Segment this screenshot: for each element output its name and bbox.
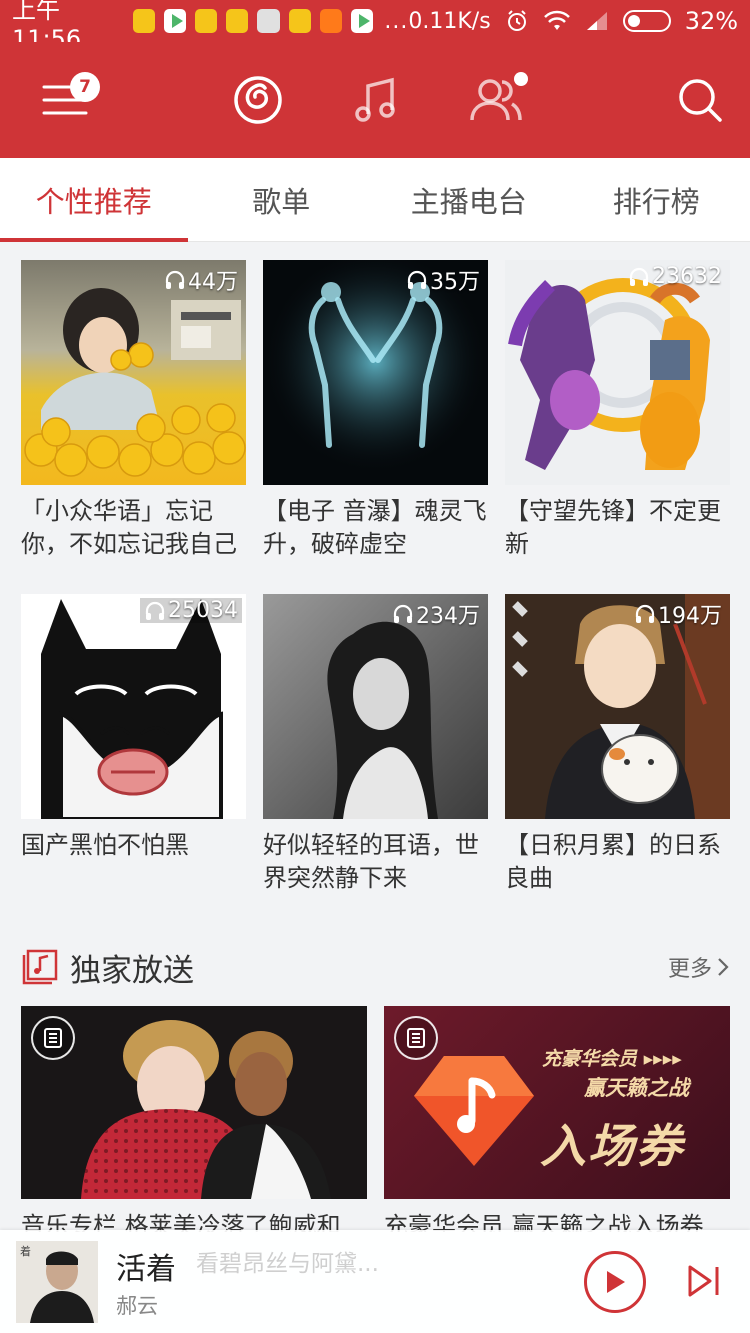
playlist-card[interactable]: 35万 【电子 音瀑】魂灵飞升，破碎虚空 xyxy=(263,260,488,561)
tab-radio[interactable]: 主播电台 xyxy=(375,158,563,241)
section-title: 独家放送 xyxy=(70,952,194,989)
exclusive-card[interactable]: 充豪华会员 ▸▸▸▸ 赢天籁之战 入场券 xyxy=(384,1006,730,1199)
playlist-cover: 25034 xyxy=(21,594,246,819)
playlist-title[interactable]: 好似轻轻的耳语，世界突然静下来 xyxy=(263,829,488,895)
search-button[interactable] xyxy=(664,42,736,158)
discover-tab-button[interactable] xyxy=(222,42,294,158)
headphones-icon xyxy=(407,270,427,289)
exclusive-caption[interactable]: 充豪华会员 赢天籁之战入场券 xyxy=(384,1206,730,1232)
play-store-notification-icon-2 xyxy=(351,9,374,33)
more-label: 更多 xyxy=(667,957,712,982)
play-count-value: 35万 xyxy=(430,270,480,295)
playlist-card[interactable]: 44万 「小众华语」忘记你，不如忘记我自己 xyxy=(21,260,246,561)
playlist-cover: 194万 xyxy=(505,594,730,819)
alarm-icon xyxy=(507,10,526,31)
cover-art xyxy=(508,278,710,470)
article-icon xyxy=(407,1028,425,1048)
play-count-value: 234万 xyxy=(416,604,480,629)
playlist-title[interactable]: 「小众华语」忘记你，不如忘记我自己 xyxy=(21,495,246,561)
music-box-icon xyxy=(22,949,58,985)
app-bar: 7 xyxy=(0,42,750,158)
next-button[interactable] xyxy=(686,1263,722,1303)
sub-tabs: 个性推荐 歌单 主播电台 排行榜 xyxy=(0,158,750,242)
article-icon xyxy=(44,1028,62,1048)
playlist-card[interactable]: 25034 国产黑怕不怕黑 xyxy=(21,594,246,895)
headphones-icon xyxy=(635,604,655,623)
more-notifications-indicator: ... xyxy=(384,8,409,34)
more-link[interactable]: 更多 xyxy=(668,951,730,983)
search-icon xyxy=(679,79,722,122)
weibo-notification-icon-4 xyxy=(288,9,311,33)
chevron-right-icon xyxy=(718,958,729,976)
headphones-icon xyxy=(629,267,649,286)
album-art-image: 着 xyxy=(16,1241,98,1323)
play-count: 35万 xyxy=(406,264,480,296)
svg-text:着: 着 xyxy=(20,1244,31,1258)
wifi-icon xyxy=(543,10,570,30)
jd-notification-icon xyxy=(257,9,280,33)
friends-tab-button[interactable] xyxy=(460,42,532,158)
playlist-cover: 234万 xyxy=(263,594,488,819)
play-button[interactable] xyxy=(584,1251,646,1313)
tab-recommend[interactable]: 个性推荐 xyxy=(0,158,188,242)
playlist-card[interactable]: 23632 【守望先锋】不定更新 xyxy=(505,260,730,561)
tab-playlists[interactable]: 歌单 xyxy=(188,158,376,241)
cover-art xyxy=(41,599,223,819)
tab-charts[interactable]: 排行榜 xyxy=(563,158,750,241)
play-store-notification-icon xyxy=(163,9,186,33)
playlist-title[interactable]: 【日积月累】的日系良曲 xyxy=(505,829,730,895)
playlist-cover: 23632 xyxy=(505,260,730,485)
weibo-notification-icon-3 xyxy=(226,9,249,33)
banner-line-3: 入场券 xyxy=(540,1119,684,1173)
play-count: 44万 xyxy=(164,264,238,296)
headphones-icon xyxy=(145,601,165,620)
battery-icon xyxy=(622,10,671,32)
exclusive-caption[interactable]: 音乐专栏 格莱美冷落了鲍威和 xyxy=(21,1206,367,1232)
play-count-value: 194万 xyxy=(658,604,722,629)
article-badge xyxy=(394,1016,438,1060)
playlist-title[interactable]: 【守望先锋】不定更新 xyxy=(505,495,730,561)
playlist-title[interactable]: 国产黑怕不怕黑 xyxy=(21,829,246,895)
network-speed: 0.11K/s xyxy=(408,8,491,34)
next-track-icon xyxy=(688,1265,719,1297)
exclusive-section-header: 独家放送 更多 xyxy=(22,944,730,990)
music-note-icon xyxy=(355,77,395,122)
app-notification-icon xyxy=(319,9,343,33)
play-count: 234万 xyxy=(392,598,480,630)
playlist-title[interactable]: 【电子 音瀑】魂灵飞升，破碎虚空 xyxy=(263,495,488,561)
play-count-value: 23632 xyxy=(652,264,722,289)
signal-icon xyxy=(586,12,607,30)
album-art: 着 xyxy=(16,1241,98,1323)
now-playing-title: 活着 xyxy=(116,1252,176,1287)
playlist-cover: 44万 xyxy=(21,260,246,485)
play-count: 194万 xyxy=(634,598,722,630)
banner-line-1: 充豪华会员 ▸▸▸▸ xyxy=(542,1048,682,1070)
weibo-notification-icon-2 xyxy=(195,9,218,33)
playlist-card[interactable]: 234万 好似轻轻的耳语，世界突然静下来 xyxy=(263,594,488,895)
menu-button[interactable] xyxy=(20,42,110,158)
play-icon xyxy=(607,1271,625,1293)
my-music-tab-button[interactable] xyxy=(340,42,412,158)
play-count: 25034 xyxy=(140,598,242,623)
battery-percent: 32% xyxy=(684,7,739,35)
headphones-icon xyxy=(393,604,413,623)
menu-badge: 7 xyxy=(70,72,100,102)
now-playing-artist: 郝云 xyxy=(116,1294,158,1318)
battery-fill xyxy=(627,15,640,27)
exclusive-card[interactable] xyxy=(21,1006,367,1199)
faded-caption-text: 看碧昂丝与阿黛... xyxy=(196,1251,379,1277)
play-count: 23632 xyxy=(628,264,722,289)
mini-player[interactable]: 着 看碧昂丝与阿黛... 活着 郝云 xyxy=(0,1230,750,1333)
friends-dot-badge xyxy=(514,72,528,86)
playlist-cover: 35万 xyxy=(263,260,488,485)
article-badge xyxy=(31,1016,75,1060)
play-count-value: 25034 xyxy=(168,598,238,623)
playlist-card[interactable]: 194万 【日积月累】的日系良曲 xyxy=(505,594,730,895)
weibo-notification-icon xyxy=(132,9,155,33)
headphones-icon xyxy=(165,270,185,289)
status-bar: 上午11:56 ... 0.11K/s 32% xyxy=(0,0,750,53)
netease-music-icon xyxy=(234,76,282,124)
banner-line-2: 赢天籁之战 xyxy=(584,1076,689,1100)
play-count-value: 44万 xyxy=(188,270,238,295)
